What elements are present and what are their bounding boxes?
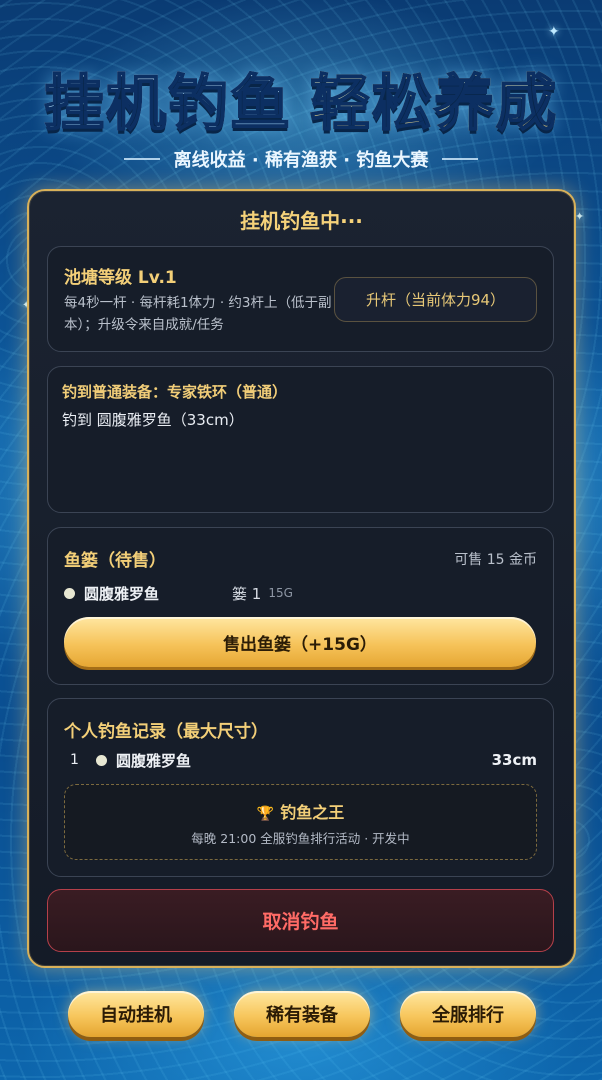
record-fish-name: 圆腹雅罗鱼 (116, 751, 192, 770)
king-subtitle: 每晚 21:00 全服钓鱼排行活动 · 开发中 (191, 831, 410, 846)
pond-level-title: 池塘等级 Lv.1 (64, 268, 177, 288)
basket-title: 鱼篓（待售） (64, 551, 166, 571)
hero-title-right: 轻松养成 (309, 55, 558, 142)
list-item: 圆腹雅罗鱼 篓 1 15G (64, 582, 293, 604)
sell-basket-button[interactable]: 售出鱼篓（+15G） (64, 617, 536, 667)
upgrade-rod-button[interactable]: 升杆（当前体力94） (334, 277, 537, 322)
hero-title-left: 挂机钓鱼 (43, 55, 292, 142)
auto-idle-button[interactable]: 自动挂机 (68, 991, 204, 1037)
server-ranking-button[interactable]: 全服排行 (400, 991, 536, 1037)
hero-title: 挂机钓鱼 轻松养成 (0, 56, 602, 140)
record-rank: 1 (70, 752, 79, 768)
bullet-icon (64, 587, 75, 599)
divider (442, 158, 479, 160)
basket-item-price: 15G (268, 586, 293, 600)
cancel-fishing-button[interactable]: 取消钓鱼 (47, 889, 554, 952)
divider (123, 158, 160, 160)
rare-equipment-button[interactable]: 稀有装备 (234, 991, 370, 1037)
panel-status-title: 挂机钓鱼中··· (240, 209, 363, 233)
hero-subtitle-text: 离线收益 · 稀有渔获 · 钓鱼大赛 (173, 150, 429, 171)
records-title: 个人钓鱼记录（最大尺寸） (64, 722, 268, 742)
fishing-king-event[interactable]: 🏆 钓鱼之王 每晚 21:00 全服钓鱼排行活动 · 开发中 (64, 784, 537, 860)
catch-log-fish: 钓到 圆腹雅罗鱼（33cm） (62, 411, 244, 429)
hero-subtitle: 离线收益 · 稀有渔获 · 钓鱼大赛 (0, 144, 602, 174)
trophy-icon: 🏆 (256, 806, 275, 822)
basket-item-count: 篓 1 (232, 584, 262, 603)
bullet-icon (96, 754, 107, 766)
fishing-panel: 挂机钓鱼中··· 池塘等级 Lv.1 每4秒一杆 · 每杆耗1体力 · 约3杆上… (27, 189, 576, 968)
sparkle-icon: ✦ (548, 24, 560, 40)
pond-card: 池塘等级 Lv.1 每4秒一杆 · 每杆耗1体力 · 约3杆上（低于副本）；升级… (47, 246, 554, 352)
sparkle-icon: ✦ (575, 210, 585, 223)
fish-basket-card: 鱼篓（待售） 可售 15 金币 圆腹雅罗鱼 篓 1 15G 售出鱼篓（+15G） (47, 527, 554, 685)
catch-log-card: 钓到普通装备：专家铁环（普通） 钓到 圆腹雅罗鱼（33cm） (47, 366, 554, 513)
king-title: 🏆 钓鱼之王 (65, 799, 536, 823)
basket-sell-value: 可售 15 金币 (454, 552, 537, 568)
pond-description: 每4秒一杆 · 每杆耗1体力 · 约3杆上（低于副本）；升级令来自成就/任务 (64, 295, 332, 333)
basket-item-name: 圆腹雅罗鱼 (84, 584, 160, 603)
record-size: 33cm (491, 751, 537, 769)
table-row: 1 圆腹雅罗鱼 33cm (70, 749, 537, 771)
catch-log-equipment: 钓到普通装备：专家铁环（普通） (62, 383, 288, 401)
records-card: 个人钓鱼记录（最大尺寸） 1 圆腹雅罗鱼 33cm 🏆 钓鱼之王 每晚 21:00… (47, 698, 554, 877)
king-title-text: 钓鱼之王 (280, 803, 345, 822)
